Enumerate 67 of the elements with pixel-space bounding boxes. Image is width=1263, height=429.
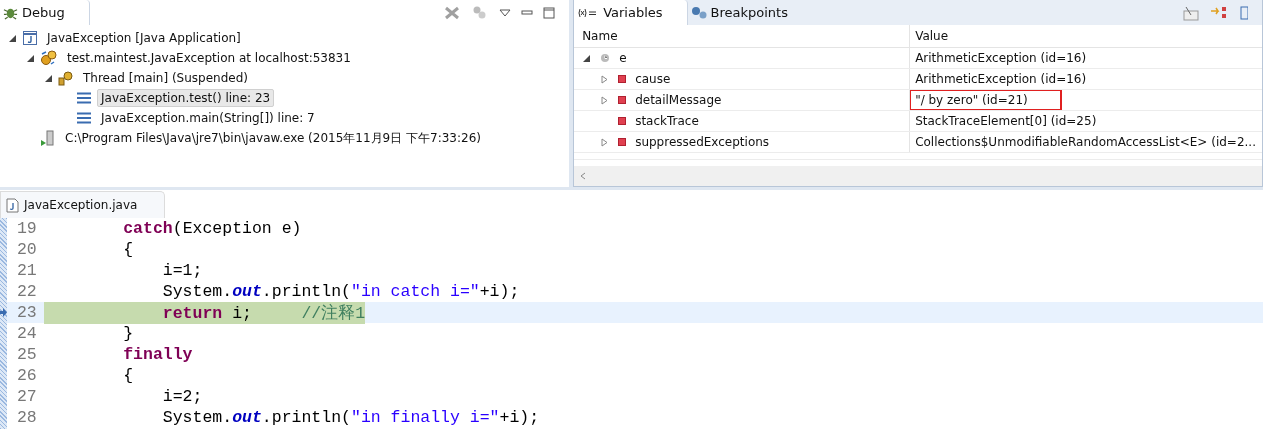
debug-tab[interactable]: Debug — [0, 0, 90, 25]
code-line: catch(Exception e) — [122, 219, 302, 238]
code-line: { — [122, 240, 134, 259]
line-number: 24 — [16, 324, 37, 343]
private-field-icon — [618, 117, 627, 125]
code-line: finally — [122, 345, 193, 364]
view-tab[interactable]: Variables — [574, 0, 688, 25]
scroll-left-icon[interactable] — [579, 172, 588, 180]
view-menu-icon[interactable] — [499, 7, 512, 18]
private-field-icon — [618, 75, 627, 83]
line-number: 26 — [16, 366, 37, 385]
tree-item[interactable]: JavaException.main(String[]) line: 7 — [97, 109, 319, 127]
java-file-icon — [6, 197, 19, 213]
line-number: 28 — [16, 408, 37, 427]
variable-value: ArithmeticException (id=16) — [914, 50, 1088, 67]
tree-item[interactable]: test.maintest.JavaException at localhost:53831 — [63, 49, 355, 67]
line-number: 25 — [16, 345, 37, 364]
collapse-arrow-icon[interactable] — [44, 73, 53, 83]
expand-arrow-icon[interactable] — [582, 53, 592, 63]
private-field-icon — [618, 96, 627, 104]
line-number: 20 — [16, 240, 37, 259]
tree-item[interactable]: JavaException.test() line: 23 — [97, 89, 275, 107]
private-field-icon — [618, 138, 627, 146]
variable-value: StackTraceElement[0] (id=25) — [914, 113, 1098, 130]
maximize-icon[interactable] — [543, 6, 556, 19]
line-number: 22 — [16, 282, 37, 301]
variable-value: Collections$UnmodifiableRandomAccessList<E> (id=2... — [914, 134, 1257, 151]
variable-value: "/ by zero" (id=21) — [910, 90, 1062, 110]
tree-item[interactable]: Thread [main] (Suspended) — [79, 69, 252, 87]
code-line: } — [122, 324, 134, 343]
variable-value: ArithmeticException (id=16) — [914, 71, 1088, 88]
toolbar-icon[interactable] — [1240, 4, 1248, 21]
thread-gear-icon — [58, 70, 74, 86]
gears-icon — [40, 50, 58, 66]
tree-item[interactable]: C:\Program Files\Java\jre7\bin\javaw.exe (2015年11月9日 下午7:33:26) — [61, 127, 485, 149]
minimize-icon[interactable] — [521, 7, 534, 18]
code-line: System.out.println("in finally i="+i); — [161, 408, 540, 427]
code-line: i=2; — [161, 387, 203, 406]
java-app-icon — [22, 30, 38, 46]
remove-terminated-icon[interactable] — [443, 4, 462, 21]
instruction-pointer-icon — [0, 308, 7, 317]
stack-frame-icon — [76, 92, 92, 104]
process-icon — [40, 130, 56, 146]
collapse-arrow-icon[interactable] — [26, 53, 35, 63]
breakpoints-icon — [690, 5, 707, 20]
line-number: 19 — [16, 219, 37, 238]
type-names-icon[interactable] — [1182, 4, 1200, 21]
code-line: System.out.println("in catch i="+i); — [161, 282, 520, 301]
tree-item[interactable]: JavaException [Java Application] — [43, 29, 245, 47]
local-variable-icon — [600, 53, 611, 63]
variable-name: e — [619, 51, 627, 65]
line-number: 27 — [16, 387, 37, 406]
line-number: 21 — [16, 261, 37, 280]
code-line: i=1; — [161, 261, 203, 280]
stack-frame-icon — [76, 112, 92, 124]
line-number: 23 — [16, 303, 37, 322]
collapse-arrow-icon[interactable] — [8, 33, 17, 43]
column-header[interactable]: Name — [574, 25, 911, 47]
variable-name: cause — [635, 72, 671, 86]
variable-name: detailMessage — [635, 93, 722, 107]
code-line: { — [122, 366, 134, 385]
view-tab[interactable]: Breakpoints — [687, 0, 794, 25]
editor-tab[interactable]: JavaException.java — [0, 191, 166, 218]
column-header[interactable]: Value — [910, 25, 1262, 47]
variable-name: suppressedExceptions — [635, 135, 770, 149]
variable-name: stackTrace — [635, 114, 699, 128]
horizontal-scrollbar[interactable] — [574, 166, 1262, 186]
